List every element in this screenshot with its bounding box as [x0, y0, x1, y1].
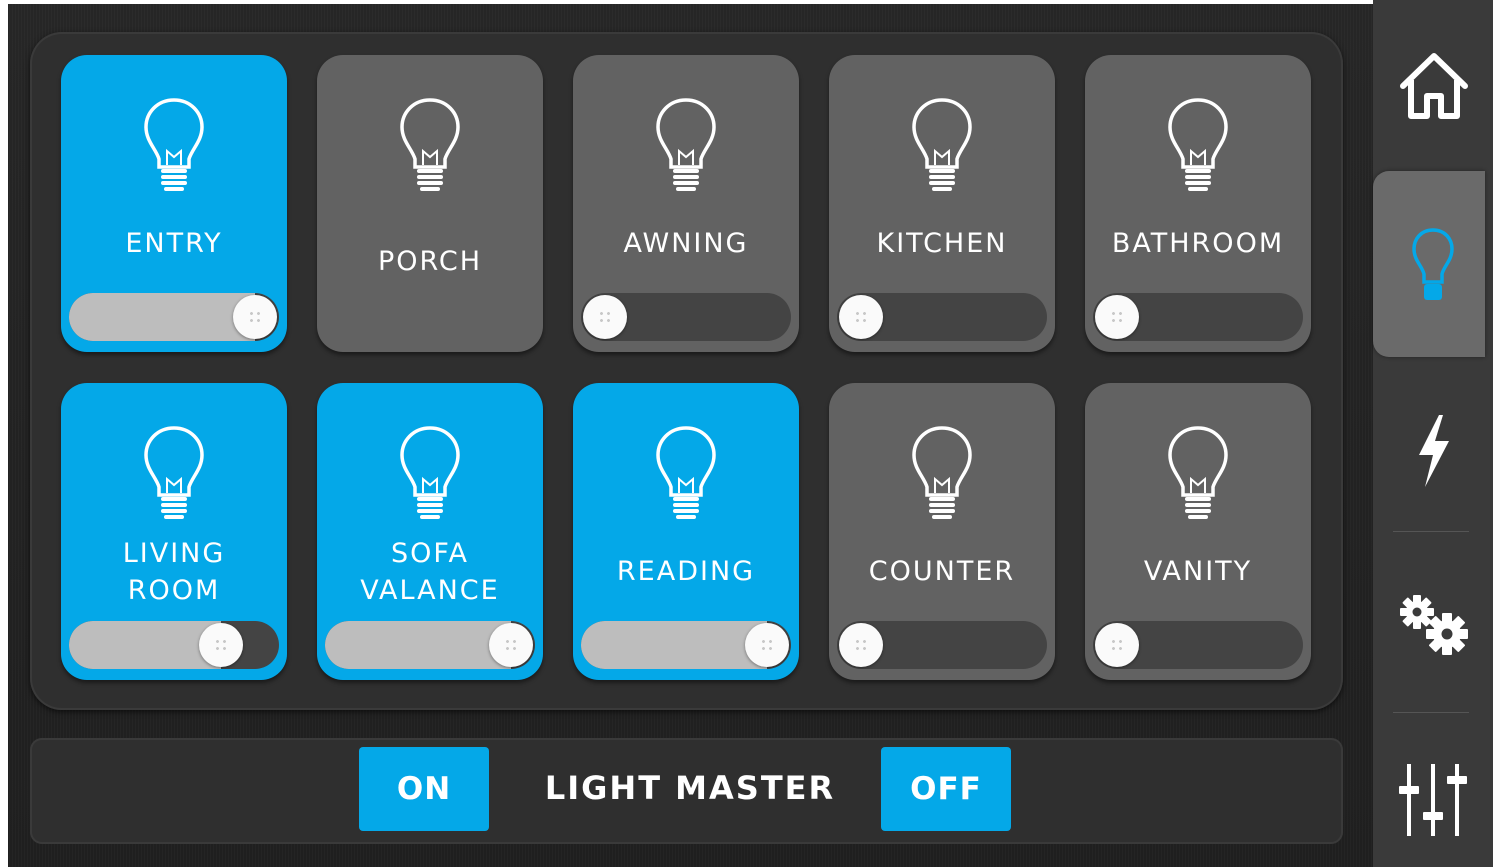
lightbulb-icon [144, 98, 204, 191]
lightbulb-icon [400, 426, 460, 519]
lightbulb-icon [400, 98, 460, 191]
light-tile-label: VANITY [1143, 556, 1253, 587]
lightbulb-icon [656, 98, 716, 191]
light-tile-label: LIVING ROOM [122, 538, 226, 606]
dimmer-handle[interactable] [1095, 295, 1139, 339]
light-tile-label: BATHROOM [1111, 228, 1285, 259]
light-tile-label: ENTRY [125, 228, 223, 259]
dimmer-fill [581, 621, 767, 669]
screen-frame-top [0, 0, 1493, 4]
light-tile[interactable]: COUNTER [829, 383, 1055, 680]
dimmer-handle[interactable] [198, 623, 243, 667]
dimmer-slider[interactable] [325, 621, 535, 669]
dimmer-handle[interactable] [1095, 623, 1139, 667]
nav-divider [1393, 712, 1469, 713]
nav-power[interactable] [1373, 385, 1493, 515]
lightbulb-icon [656, 426, 716, 519]
dimmer-handle[interactable] [745, 623, 789, 667]
lightbulb-icon [912, 98, 972, 191]
dimmer-handle[interactable] [233, 295, 277, 339]
lights-panel: ENTRY PORCH AWNING KITCHEN BATHROOM LIVING RO… [30, 32, 1343, 710]
light-tile-label: KITCHEN [876, 228, 1008, 259]
lightbulb-icon [1412, 228, 1454, 300]
lightbulb-icon [144, 426, 204, 519]
lightbulb-icon [912, 426, 972, 519]
light-master-label: LIGHT MASTER [544, 769, 836, 807]
lightning-icon [1419, 415, 1449, 487]
dimmer-slider[interactable] [69, 293, 279, 341]
dimmer-slider[interactable] [837, 621, 1047, 669]
dimmer-handle[interactable] [839, 295, 883, 339]
dimmer-fill [69, 293, 255, 341]
light-tile[interactable]: LIVING ROOM [61, 383, 287, 680]
nav-settings[interactable] [1373, 560, 1493, 690]
light-tile-label: COUNTER [868, 556, 1016, 587]
dimmer-handle[interactable] [489, 623, 533, 667]
nav-home[interactable] [1373, 30, 1493, 150]
dimmer-handle[interactable] [839, 623, 883, 667]
home-icon [1400, 53, 1468, 119]
sliders-icon [1399, 764, 1467, 836]
light-tile[interactable]: READING [573, 383, 799, 680]
nav-mixer[interactable] [1373, 740, 1493, 860]
light-tile-label: READING [616, 556, 756, 587]
dimmer-fill [325, 621, 511, 669]
screen-frame-left [0, 0, 8, 867]
dimmer-slider[interactable] [69, 621, 279, 669]
lightbulb-icon [1168, 98, 1228, 191]
light-tile-label: AWNING [623, 228, 749, 259]
light-tile[interactable]: PORCH [317, 55, 543, 352]
nav-divider [1393, 531, 1469, 532]
light-tile[interactable]: SOFA VALANCE [317, 383, 543, 680]
master-off-button[interactable]: OFF [881, 747, 1011, 831]
light-tile[interactable]: AWNING [573, 55, 799, 352]
light-tile-label: SOFA VALANCE [360, 538, 500, 606]
master-on-button[interactable]: ON [359, 747, 489, 831]
light-tile[interactable]: VANITY [1085, 383, 1311, 680]
dimmer-slider[interactable] [1093, 293, 1303, 341]
dimmer-slider[interactable] [1093, 621, 1303, 669]
light-tile[interactable]: KITCHEN [829, 55, 1055, 352]
lightbulb-icon [1168, 426, 1228, 519]
light-tile[interactable]: ENTRY [61, 55, 287, 352]
dimmer-slider[interactable] [581, 293, 791, 341]
nav-lights[interactable] [1373, 190, 1493, 350]
light-tile-label: PORCH [377, 246, 483, 277]
dimmer-handle[interactable] [583, 295, 627, 339]
light-master-bar: ON LIGHT MASTER OFF [30, 738, 1343, 844]
light-tile[interactable]: BATHROOM [1085, 55, 1311, 352]
gears-icon [1400, 595, 1468, 655]
dimmer-slider[interactable] [581, 621, 791, 669]
dimmer-slider[interactable] [837, 293, 1047, 341]
